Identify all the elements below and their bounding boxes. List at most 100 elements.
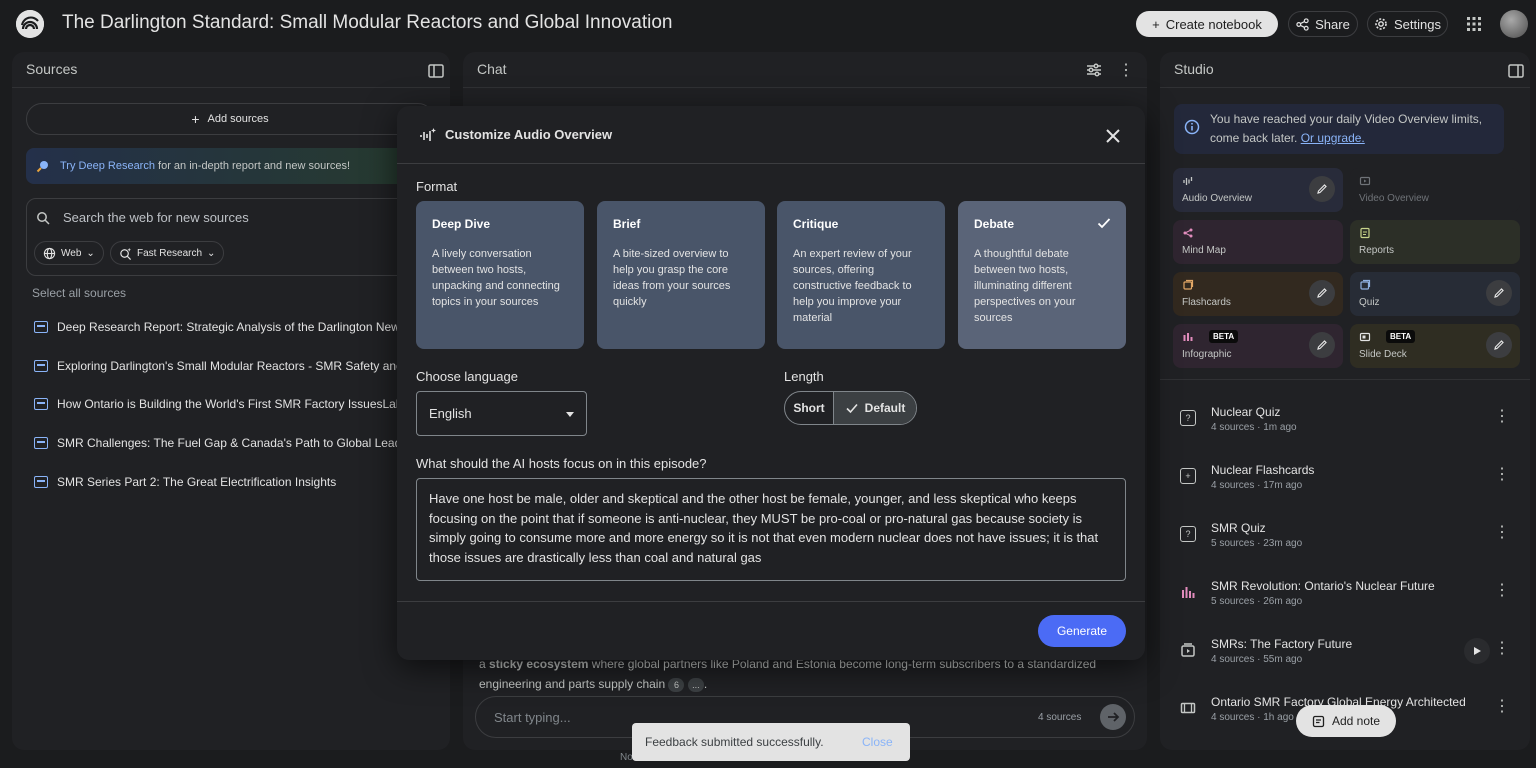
chat-message: a sticky ecosystem where global partners… [479,657,1097,692]
note-meta: 4 sources · 17m ago [1211,480,1303,491]
slide-deck-tile[interactable]: BETA Slide Deck [1350,324,1520,368]
note-title: SMR Revolution: Ontario's Nuclear Future [1211,579,1435,593]
focus-textarea[interactable]: Have one host be male, older and skeptic… [416,478,1126,581]
format-deep-dive-card[interactable]: Deep Dive A lively conversation between … [416,201,584,349]
more-vert-icon[interactable]: ⋮ [1494,523,1510,541]
web-search-box[interactable]: Search the web for new sources Web ⌄ Fas… [26,198,434,276]
share-icon [1296,17,1309,31]
quiz-icon: ? [1180,410,1196,426]
source-item[interactable]: SMR Challenges: The Fuel Gap & Canada's … [34,434,401,452]
studio-title: Studio [1174,61,1214,77]
settings-button[interactable]: Settings [1367,11,1448,37]
format-description: A bite-sized overview to help you grasp … [613,248,731,308]
mind-map-label: Mind Map [1182,245,1226,256]
note-meta: 5 sources · 26m ago [1211,596,1303,607]
edit-quiz-button[interactable] [1486,280,1512,306]
more-vert-icon[interactable]: ⋮ [1494,465,1510,483]
source-item[interactable]: SMR Series Part 2: The Great Electrifica… [34,473,336,491]
flashcards-tile[interactable]: Flashcards [1173,272,1343,316]
send-button[interactable] [1100,704,1126,730]
chat-input-placeholder: Start typing... [494,710,571,725]
note-meta: 5 sources · 23m ago [1211,538,1303,549]
deep-research-banner[interactable]: Try Deep Research for an in-depth report… [26,148,434,184]
generate-button[interactable]: Generate [1038,615,1126,647]
collapse-panel-icon[interactable] [426,61,446,81]
language-select[interactable]: English [416,391,587,436]
toast-close-button[interactable]: Close [862,735,893,749]
slide-deck-label: Slide Deck [1359,349,1407,360]
gear-icon [1375,18,1387,30]
close-icon[interactable] [1103,126,1123,146]
more-vert-icon[interactable]: ⋮ [1494,581,1510,599]
format-brief-card[interactable]: Brief A bite-sized overview to help you … [597,201,765,349]
upgrade-link[interactable]: Or upgrade. [1301,131,1365,145]
notebook-title[interactable]: The Darlington Standard: Small Modular R… [62,12,672,34]
search-input[interactable]: Search the web for new sources [63,210,249,225]
format-debate-card[interactable]: Debate A thoughtful debate between two h… [958,201,1126,349]
create-notebook-button[interactable]: + Create notebook [1136,11,1278,37]
format-critique-card[interactable]: Critique An expert review of your source… [777,201,945,349]
play-icon [1474,647,1481,655]
note-meta: 4 sources · 1h ago [1211,712,1294,723]
quiz-icon: ? [1180,526,1196,542]
length-short-button[interactable]: Short [785,392,834,424]
share-button[interactable]: Share [1288,11,1358,37]
focus-label: What should the AI hosts focus on in thi… [416,456,707,471]
more-vert-icon[interactable]: ⋮ [1494,407,1510,425]
source-item[interactable]: Exploring Darlington's Small Modular Rea… [34,357,425,375]
customize-audio-dialog: Customize Audio Overview Format Deep Div… [397,106,1145,660]
citation-badge[interactable]: 6 [668,678,685,692]
play-button[interactable] [1464,638,1490,664]
more-vert-icon[interactable]: ⋮ [1494,697,1510,715]
edit-flashcards-button[interactable] [1309,280,1335,306]
top-bar: The Darlington Standard: Small Modular R… [0,0,1536,48]
apps-grid-icon[interactable] [1464,14,1484,34]
search-icon [37,212,50,225]
chat-header: Chat ⋮ [463,52,1147,88]
quiz-tile[interactable]: Quiz [1350,272,1520,316]
deep-research-link[interactable]: Try Deep Research [60,160,155,172]
note-item[interactable]: SMRs: The Factory Future 4 sources · 55m… [1178,633,1510,673]
edit-infographic-button[interactable] [1309,332,1335,358]
infographic-tile[interactable]: BETA Infographic [1173,324,1343,368]
more-vert-icon[interactable]: ⋮ [1116,60,1136,80]
audio-overview-tile[interactable]: Audio Overview [1173,168,1343,212]
format-name: Brief [613,217,641,231]
note-item[interactable]: ? SMR Quiz 5 sources · 23m ago ⋮ [1178,517,1510,557]
document-icon [34,321,48,333]
avatar[interactable] [1500,10,1528,38]
research-chip-label: Fast Research [137,247,203,259]
more-vert-icon[interactable]: ⋮ [1494,639,1510,657]
research-mode-dropdown[interactable]: Fast Research ⌄ [110,241,225,265]
add-note-label: Add note [1331,714,1381,728]
note-title: SMR Quiz [1211,521,1266,535]
studio-panel: Studio You have reached your daily Video… [1160,52,1530,750]
tune-icon[interactable] [1084,60,1104,80]
length-default-button[interactable]: Default [834,392,916,424]
note-item[interactable]: + Nuclear Flashcards 4 sources · 17m ago… [1178,459,1510,499]
edit-audio-button[interactable] [1309,176,1335,202]
beta-badge: BETA [1386,330,1416,343]
collapse-panel-icon[interactable] [1506,61,1526,81]
video-overview-label: Video Overview [1359,193,1429,204]
web-page-icon [34,360,48,372]
add-sources-button[interactable]: + Add sources [26,103,434,135]
reports-tile[interactable]: Reports [1350,220,1520,264]
add-note-button[interactable]: Add note [1296,705,1396,737]
source-item[interactable]: Deep Research Report: Strategic Analysis… [34,318,422,336]
audio-overview-label: Audio Overview [1182,193,1253,204]
edit-slide-deck-button[interactable] [1486,332,1512,358]
mind-map-tile[interactable]: Mind Map [1173,220,1343,264]
note-item[interactable]: SMR Revolution: Ontario's Nuclear Future… [1178,575,1510,615]
web-page-icon [34,398,48,410]
source-item[interactable]: How Ontario is Building the World's Firs… [34,395,422,413]
notebooklm-logo-icon[interactable] [16,10,44,38]
flashcards-icon [1183,279,1194,290]
studio-header: Studio [1160,52,1530,88]
source-count: 4 sources [1038,712,1082,723]
more-citations-badge[interactable]: ... [687,678,704,692]
note-item[interactable]: ? Nuclear Quiz 4 sources · 1m ago ⋮ [1178,401,1510,441]
web-dropdown[interactable]: Web ⌄ [34,241,104,265]
language-label: Choose language [416,369,518,384]
select-all-label[interactable]: Select all sources [32,286,126,300]
